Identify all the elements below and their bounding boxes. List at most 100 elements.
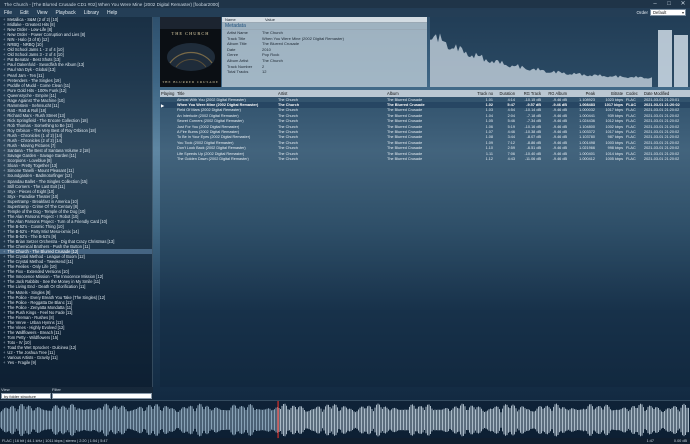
properties-col-name[interactable]: Name bbox=[222, 17, 262, 22]
chevron-down-icon: ▾ bbox=[681, 10, 684, 15]
cell-title: An Interlude (2002 Digital Remaster) bbox=[177, 113, 239, 118]
waveform-seekbar[interactable] bbox=[0, 400, 690, 439]
col-codec[interactable]: Codec bbox=[625, 91, 643, 96]
cell-track-no: 1.10 bbox=[485, 146, 493, 151]
cell-album: The Blurred Crusade bbox=[387, 124, 423, 129]
playlist-row[interactable]: Just For You (2002 Digital Remaster) The … bbox=[160, 124, 690, 129]
menu-bar: File Edit View Playback Library Help Ord… bbox=[0, 8, 690, 17]
cell-rg-track: -7.18 dB bbox=[526, 113, 541, 118]
cell-rg-album: -9.46 dB bbox=[552, 146, 567, 151]
cell-title: Secret Corners (2002 Digital Remaster) bbox=[177, 119, 244, 124]
cell-bitrate: 1017 kbps bbox=[604, 103, 623, 108]
library-filter-bar: View Filter by folder structure bbox=[0, 387, 153, 400]
col-rg-track[interactable]: RG Track bbox=[517, 91, 543, 96]
playlist-row[interactable]: An Interlude (2002 Digital Remaster) The … bbox=[160, 113, 690, 118]
cell-rg-album: -9.46 dB bbox=[552, 135, 567, 140]
cell-codec: FLAC bbox=[626, 97, 636, 102]
playlist-row[interactable]: Almost With You (2002 Digital Remaster) T… bbox=[160, 97, 690, 102]
cell-rg-track: -10.15 dB bbox=[524, 97, 541, 102]
expand-icon[interactable]: + bbox=[3, 93, 5, 98]
expand-icon[interactable]: + bbox=[3, 295, 5, 300]
expand-icon[interactable]: + bbox=[3, 173, 5, 178]
properties-panel: Name Value Metadata Artist Name The Churc… bbox=[222, 17, 427, 87]
playlist-row[interactable]: Field Of Mars (2002 Digital Remaster) The… bbox=[160, 108, 690, 113]
expand-icon[interactable]: + bbox=[3, 184, 5, 189]
cell-peak: 1.003372 bbox=[579, 130, 595, 135]
col-title[interactable]: Title bbox=[176, 91, 277, 96]
filter-label: Filter bbox=[52, 387, 61, 392]
cell-bitrate: 1002 kbps bbox=[605, 124, 623, 129]
filter-input[interactable] bbox=[52, 393, 152, 399]
menu-view[interactable]: View bbox=[33, 10, 52, 16]
expand-icon[interactable]: + bbox=[3, 284, 5, 289]
cell-bitrate: 1005 kbps bbox=[605, 156, 623, 161]
expand-icon[interactable]: + bbox=[3, 194, 5, 199]
expand-icon[interactable]: + bbox=[3, 179, 5, 184]
cell-peak: 1.104800 bbox=[579, 124, 595, 129]
expand-icon[interactable]: + bbox=[3, 83, 5, 88]
col-duration[interactable]: Duration bbox=[495, 91, 517, 96]
col-date-modified[interactable]: Date Modified bbox=[643, 91, 690, 96]
cell-track-no: 1.09 bbox=[485, 140, 493, 145]
library-tree[interactable]: + Metallica - S&M (2 of 2) [10] + Midlake -… bbox=[0, 17, 153, 387]
col-album[interactable]: Album bbox=[386, 91, 473, 96]
cell-duration: 2:59 bbox=[507, 146, 515, 151]
playlist-row[interactable]: A Fire Burns (2002 Digital Remaster) The … bbox=[160, 129, 690, 134]
cell-rg-track: -10.40 dB bbox=[524, 151, 541, 156]
close-icon[interactable]: ✕ bbox=[676, 0, 690, 8]
expand-icon[interactable]: + bbox=[3, 300, 5, 305]
order-dropdown[interactable]: Default ▾ bbox=[650, 9, 686, 16]
menu-library[interactable]: Library bbox=[80, 10, 103, 16]
cell-duration: 4:14 bbox=[507, 97, 515, 102]
cell-codec: FLAC bbox=[626, 146, 636, 151]
cell-peak: 1.108923 bbox=[579, 97, 595, 102]
menu-file[interactable]: File bbox=[0, 10, 16, 16]
album-art-band-name: THE CHURCH bbox=[171, 31, 210, 36]
cell-bitrate: 1017 kbps bbox=[605, 108, 623, 113]
now-playing-row[interactable]: ▶ When You Were Mine (2002 Digital Remast… bbox=[160, 102, 690, 108]
expand-icon[interactable]: + bbox=[3, 189, 5, 194]
col-track-no[interactable]: Track no bbox=[473, 91, 495, 96]
col-playing[interactable]: Playing bbox=[160, 91, 176, 96]
expand-icon[interactable]: + bbox=[3, 199, 5, 204]
menu-help[interactable]: Help bbox=[103, 10, 121, 16]
expand-icon[interactable]: + bbox=[3, 204, 5, 209]
expand-icon[interactable]: + bbox=[3, 290, 5, 295]
expand-icon[interactable]: + bbox=[3, 305, 5, 310]
expand-icon[interactable]: + bbox=[3, 73, 5, 78]
waveform-graph[interactable] bbox=[0, 401, 690, 439]
expand-icon[interactable]: + bbox=[3, 360, 5, 365]
window-title: The Church - [The Blurred Crusade CD1 #0… bbox=[4, 1, 220, 7]
cell-codec: FLAC bbox=[626, 103, 637, 108]
vu-meter-left bbox=[658, 29, 672, 87]
metadata-value: 12 bbox=[262, 69, 267, 75]
minimize-icon[interactable]: – bbox=[648, 0, 662, 8]
library-item[interactable]: + Yes - Fragile [9] bbox=[0, 360, 152, 365]
maximize-icon[interactable]: □ bbox=[662, 0, 676, 8]
library-item-label: Yes - Fragile [9] bbox=[7, 360, 36, 366]
playlist-row[interactable]: Secret Corners (2002 Digital Remaster) Th… bbox=[160, 119, 690, 124]
expand-icon[interactable]: + bbox=[3, 310, 5, 315]
metadata-row[interactable]: Total Tracks 12 bbox=[222, 69, 427, 75]
expand-icon[interactable]: + bbox=[3, 67, 5, 72]
menu-edit[interactable]: Edit bbox=[16, 10, 33, 16]
col-rg-album[interactable]: RG Album bbox=[543, 91, 569, 96]
expand-icon[interactable]: + bbox=[3, 88, 5, 93]
cell-bitrate: 998 kbps bbox=[607, 146, 623, 151]
playlist-row[interactable]: You Took (2002 Digital Remaster) The Chur… bbox=[160, 140, 690, 145]
playlist-row[interactable]: Don't Look Back (2002 Digital Remaster) T… bbox=[160, 146, 690, 151]
cell-rg-track: -6.51 dB bbox=[526, 146, 541, 151]
col-peak[interactable]: Peak bbox=[569, 91, 597, 96]
cell-track-no: 1.05 bbox=[485, 119, 493, 124]
playlist-row[interactable]: Life Speeds Up (2002 Digital Remaster) Th… bbox=[160, 151, 690, 156]
col-artist[interactable]: Artist bbox=[277, 91, 386, 96]
properties-col-value[interactable]: Value bbox=[262, 17, 275, 22]
expand-icon[interactable]: + bbox=[3, 78, 5, 83]
cell-track-no: 1.02 bbox=[485, 103, 493, 108]
playlist-row[interactable]: The Golden Dawn (2002 Digital Remaster) T… bbox=[160, 156, 690, 161]
menu-playback[interactable]: Playback bbox=[51, 10, 79, 16]
view-select[interactable]: by folder structure bbox=[1, 393, 51, 399]
col-bitrate[interactable]: Bitrate bbox=[597, 91, 625, 96]
playlist-row[interactable]: To Be In Your Eyes (2002 Digital Remaste… bbox=[160, 135, 690, 140]
spectrum-visualizer bbox=[430, 17, 690, 87]
